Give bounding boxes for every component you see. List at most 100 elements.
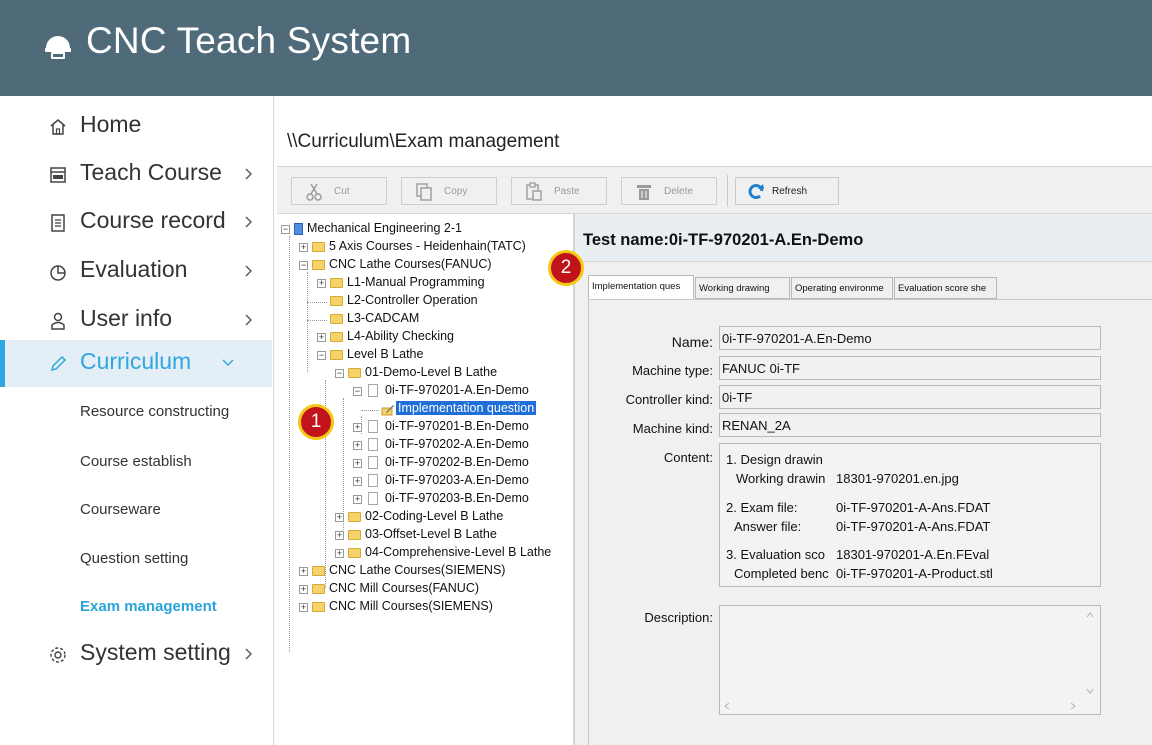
tree-connector: [289, 236, 290, 652]
scissors-icon: [306, 183, 322, 201]
scroll-up-icon[interactable]: [1086, 612, 1094, 618]
file-icon: [368, 384, 378, 397]
chevron-right-icon: [245, 216, 252, 228]
tab-panel: Name: 0i-TF-970201-A.En-Demo Machine typ…: [588, 299, 1152, 745]
expand-icon[interactable]: +: [353, 441, 362, 450]
tree-label: 0i-TF-970202-A.En-Demo: [385, 437, 529, 451]
expand-icon[interactable]: +: [353, 495, 362, 504]
pencil-icon: [50, 355, 67, 372]
delete-button[interactable]: Delete: [621, 177, 717, 205]
expand-icon[interactable]: +: [335, 513, 344, 522]
machine-type-field[interactable]: FANUC 0i-TF: [719, 356, 1101, 380]
file-icon: [368, 456, 378, 469]
expand-icon[interactable]: +: [317, 333, 326, 342]
expand-icon[interactable]: +: [317, 279, 326, 288]
callout-badge-2: 2: [548, 250, 584, 286]
document-icon: [51, 214, 65, 232]
controller-kind-label: Controller kind:: [625, 392, 713, 407]
tab-operating-environment[interactable]: Operating environme: [791, 277, 893, 299]
scroll-right-icon[interactable]: [1070, 702, 1076, 710]
folder-icon: [312, 602, 325, 612]
course-tree: − Mechanical Engineering 2-1 + 5 Axis Co…: [277, 214, 573, 745]
file-icon: [368, 474, 378, 487]
scroll-down-icon[interactable]: [1086, 688, 1094, 694]
tab-working-drawing[interactable]: Working drawing: [695, 277, 790, 299]
toolbar: Cut Copy Paste Delete Refresh: [277, 166, 1152, 214]
collapse-icon[interactable]: −: [335, 369, 344, 378]
detail-panel: Test name:0i-TF-970201-A.En-Demo Impleme…: [575, 214, 1152, 745]
home-icon: [50, 119, 66, 135]
nav-system-setting[interactable]: System setting: [0, 631, 272, 679]
tab-implementation[interactable]: Implementation ques: [588, 275, 694, 299]
tree-label: Implementation question: [396, 401, 537, 415]
machine-type-label: Machine type:: [632, 363, 713, 378]
name-field[interactable]: 0i-TF-970201-A.En-Demo: [719, 326, 1101, 350]
folder-icon: [312, 584, 325, 594]
content-key: Working drawin: [736, 471, 826, 486]
tree-label: 02-Coding-Level B Lathe: [365, 509, 504, 523]
expand-icon[interactable]: +: [353, 423, 362, 432]
collapse-icon[interactable]: −: [353, 387, 362, 396]
tree-label: 0i-TF-970202-B.En-Demo: [385, 455, 529, 469]
expand-icon[interactable]: +: [335, 531, 344, 540]
tree-label: 5 Axis Courses - Heidenhain(TATC): [329, 239, 526, 253]
tree-label: L4-Ability Checking: [347, 329, 454, 343]
expand-icon[interactable]: +: [353, 459, 362, 468]
machine-kind-field[interactable]: RENAN_2A: [719, 413, 1101, 437]
content-value: 18301-970201.en.jpg: [836, 471, 959, 486]
breadcrumb: \\Curriculum\Exam management: [287, 131, 560, 152]
content-label: Content:: [663, 450, 713, 465]
folder-icon: [348, 512, 361, 522]
description-textarea[interactable]: [719, 605, 1101, 715]
nav-evaluation[interactable]: Evaluation: [0, 248, 272, 296]
sub-question-setting[interactable]: Question setting: [80, 550, 188, 567]
folder-icon: [312, 242, 325, 252]
nav-system-setting-label: System setting: [80, 639, 231, 665]
collapse-icon[interactable]: −: [317, 351, 326, 360]
refresh-icon: [748, 184, 764, 199]
nav-home[interactable]: Home: [0, 103, 272, 151]
refresh-button[interactable]: Refresh: [735, 177, 839, 205]
tree-label: L1-Manual Programming: [347, 275, 485, 289]
test-name: Test name:0i-TF-970201-A.En-Demo: [583, 231, 864, 249]
tree-label: 04-Comprehensive-Level B Lathe: [365, 545, 552, 559]
sub-resource-constructing[interactable]: Resource constructing: [80, 403, 229, 420]
scroll-left-icon[interactable]: [724, 702, 730, 710]
copy-button[interactable]: Copy: [401, 177, 497, 205]
sub-exam-management[interactable]: Exam management: [80, 598, 217, 615]
nav-curriculum[interactable]: Curriculum: [0, 340, 272, 387]
expand-icon[interactable]: +: [299, 585, 308, 594]
content-value: 18301-970201-A.En.FEval: [836, 547, 990, 562]
cut-button[interactable]: Cut: [291, 177, 387, 205]
sub-courseware[interactable]: Courseware: [80, 501, 161, 518]
paste-button[interactable]: Paste: [511, 177, 607, 205]
content-key: 2. Exam file:: [726, 500, 798, 515]
trash-icon: [637, 185, 651, 200]
content-line: 1. Design drawin: [726, 452, 823, 467]
file-icon: [368, 492, 378, 505]
nav-user-info[interactable]: User info: [0, 297, 272, 345]
nav-teach-course[interactable]: Teach Course: [0, 151, 272, 199]
nav-course-record-label: Course record: [80, 207, 226, 233]
tree-connector: [307, 302, 327, 303]
expand-icon[interactable]: +: [335, 549, 344, 558]
tree-connector: [307, 272, 308, 372]
nav-course-record[interactable]: Course record: [0, 199, 272, 247]
expand-icon[interactable]: +: [299, 567, 308, 576]
content-key: Completed benc: [734, 566, 829, 581]
file-icon: [368, 420, 378, 433]
expand-icon[interactable]: +: [299, 603, 308, 612]
tree-label: Level B Lathe: [347, 347, 424, 361]
tree-label: CNC Mill Courses(SIEMENS): [329, 599, 493, 613]
expand-icon[interactable]: +: [299, 243, 308, 252]
collapse-icon[interactable]: −: [299, 261, 308, 270]
chevron-down-icon: [222, 359, 234, 366]
controller-kind-field[interactable]: 0i-TF: [719, 385, 1101, 409]
content-box[interactable]: 1. Design drawin Working drawin 18301-97…: [719, 443, 1101, 587]
expand-icon[interactable]: +: [353, 477, 362, 486]
tree-label: L3-CADCAM: [347, 311, 420, 325]
tree-label: CNC Lathe Courses(FANUC): [329, 257, 492, 271]
tab-evaluation-score[interactable]: Evaluation score she: [894, 277, 997, 299]
sub-course-establish[interactable]: Course establish: [80, 453, 192, 470]
collapse-icon[interactable]: −: [281, 225, 290, 234]
